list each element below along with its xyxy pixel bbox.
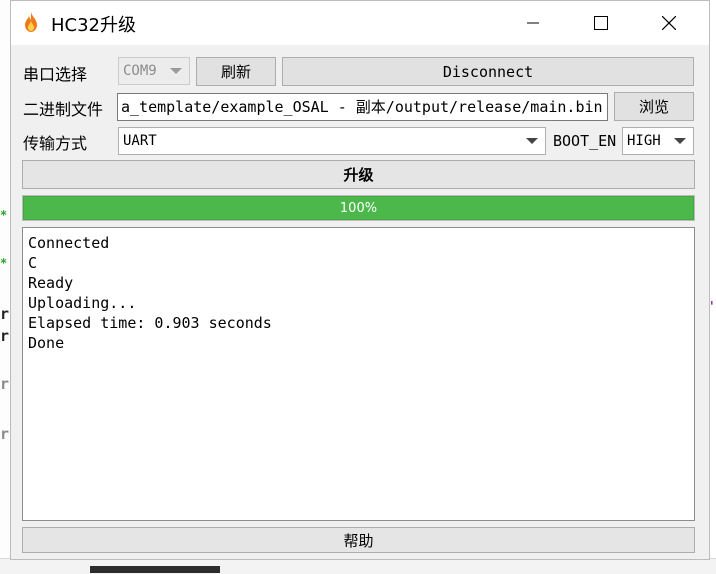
upgrade-window: HC32升级 串口选择 COM9 刷新 Disconnect 二进制文件 a_t…	[10, 0, 710, 560]
log-line: Connected	[28, 234, 110, 252]
background-text-fragment: r	[0, 375, 10, 393]
refresh-button[interactable]: 刷新	[196, 57, 276, 86]
close-icon	[662, 16, 676, 30]
binary-path-value: a_template/example_OSAL - 副本/output/rele…	[121, 98, 603, 116]
window-title: HC32升级	[51, 15, 137, 36]
background-text-fragment: r	[0, 327, 10, 345]
progress-percent: 100%	[339, 200, 378, 216]
flame-icon	[25, 12, 37, 32]
disconnect-button[interactable]: Disconnect	[282, 57, 694, 86]
serial-port-label: 串口选择	[23, 65, 88, 84]
background-star-mark: *	[0, 256, 8, 270]
minimize-icon	[527, 22, 539, 24]
log-line: Uploading...	[28, 294, 137, 312]
chevron-down-icon	[674, 138, 686, 144]
chevron-down-icon	[170, 68, 182, 74]
transfer-mode-label: 传输方式	[23, 134, 88, 153]
boot-en-label: BOOT_EN	[553, 132, 617, 150]
log-line: Elapsed time: 0.903 seconds	[28, 314, 272, 332]
background-strip-block	[90, 566, 220, 573]
background-star-mark: *	[0, 208, 8, 222]
help-button[interactable]: 帮助	[22, 527, 695, 553]
transfer-mode-value: UART	[123, 133, 157, 149]
log-output[interactable]: Connected C Ready Uploading... Elapsed time:…	[22, 227, 695, 521]
close-button[interactable]	[635, 1, 703, 45]
title-bar[interactable]: HC32升级	[11, 1, 709, 45]
upgrade-button[interactable]: 升级	[22, 160, 695, 189]
browse-button[interactable]: 浏览	[614, 92, 694, 121]
transfer-mode-select[interactable]: UART	[118, 127, 546, 155]
binary-path-input[interactable]: a_template/example_OSAL - 副本/output/rele…	[117, 93, 608, 121]
progress-bar: 100%	[22, 195, 695, 221]
boot-en-select[interactable]: HIGH	[622, 127, 694, 155]
maximize-button[interactable]	[567, 1, 635, 45]
background-text-fragment: r	[0, 425, 10, 443]
boot-en-value: HIGH	[627, 133, 661, 149]
binary-file-label: 二进制文件	[23, 100, 104, 119]
serial-port-value: COM9	[123, 63, 157, 79]
maximize-icon	[594, 16, 608, 30]
chevron-down-icon	[526, 138, 538, 144]
serial-port-select[interactable]: COM9	[118, 57, 190, 85]
log-line: Done	[28, 334, 65, 352]
log-line: Ready	[28, 274, 74, 292]
background-editor-edge	[0, 0, 10, 573]
log-line: C	[28, 254, 38, 272]
background-text-fragment: r	[0, 305, 10, 323]
minimize-button[interactable]	[499, 1, 567, 45]
